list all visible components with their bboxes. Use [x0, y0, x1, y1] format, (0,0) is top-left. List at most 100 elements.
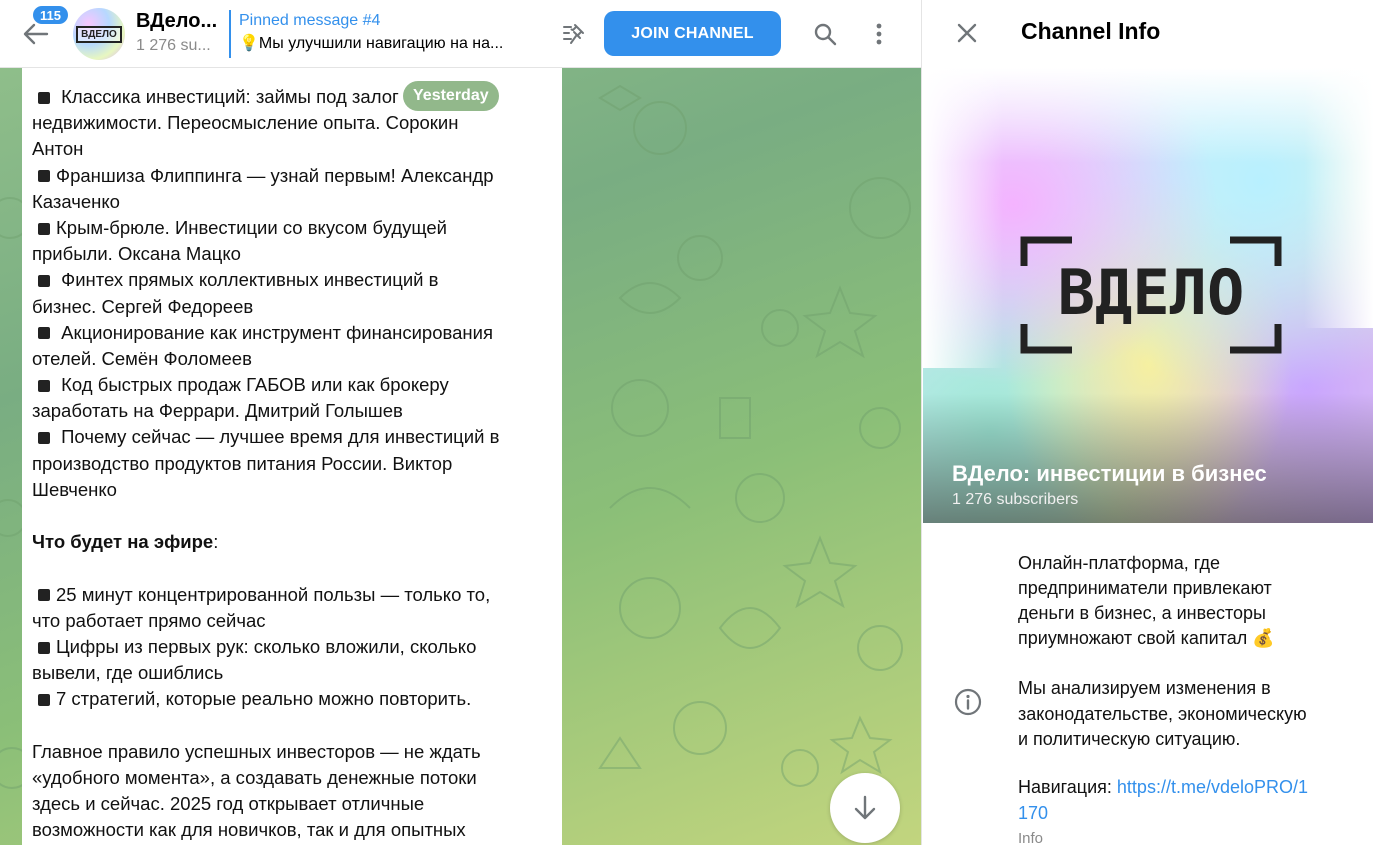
message-line-suffix: :	[213, 531, 219, 553]
message-line	[32, 555, 552, 581]
message-line-text: вывели, где ошиблись	[32, 662, 224, 684]
message-line: Казаченко	[32, 189, 552, 215]
message-line-text: Шевченко	[32, 478, 117, 500]
black-square-bullet-icon	[38, 170, 50, 183]
black-square-bullet-icon	[38, 274, 50, 287]
message-line: отелей. Семён Фоломеев	[32, 346, 552, 372]
channel-info-panel: Channel Info ВДЕЛО ВДело: инвестиции в б…	[921, 0, 1373, 845]
message-line-text: Классика инвестиций: займы под залог	[56, 86, 399, 107]
about-line: приумножают свой капитал 💰	[1018, 628, 1275, 648]
black-square-bullet-icon	[38, 589, 50, 602]
message-line: Шевченко	[32, 477, 552, 503]
channel-subscribers: 1 276 subscribers	[952, 491, 1079, 508]
message-line-text: заработать на Феррари. Дмитрий Голышев	[32, 400, 403, 422]
arrow-left-icon	[23, 23, 49, 45]
message-line: Крым-брюле. Инвестиции со вкусом будущей	[32, 215, 552, 241]
join-channel-button[interactable]: JOIN CHANNEL	[604, 11, 781, 56]
message-line: производство продуктов питания России. В…	[32, 451, 552, 477]
channel-about: Онлайн-платформа, где предприниматели при…	[1018, 551, 1358, 651]
channel-avatar-large[interactable]: ВДЕЛО	[923, 68, 1373, 523]
pinned-message-title: Pinned message #4	[239, 12, 381, 29]
channel-message: Классика инвестиций: займы под залог недв…	[22, 68, 562, 845]
message-line: прибыли. Оксана Мацко	[32, 241, 552, 267]
description-line: Мы анализируем изменения в	[1018, 678, 1271, 698]
message-line-text: Антон	[32, 138, 84, 160]
close-info-button[interactable]	[950, 16, 984, 50]
vdelo-logo: ВДЕЛО	[1020, 236, 1282, 354]
message-line-text: 7 стратегий, которые реально можно повто…	[56, 688, 472, 710]
message-line-text: что работает прямо сейчас	[32, 609, 266, 631]
chat-subscriber-count: 1 276 su...	[136, 37, 211, 54]
message-line-text: здесь и сейчас. 2025 год открывает отлич…	[32, 793, 425, 815]
panel-title: Channel Info	[1021, 18, 1161, 44]
message-line-text: 25 минут концентрированной пользы — толь…	[56, 583, 491, 605]
search-button[interactable]	[808, 17, 842, 51]
message-line-text: возможности как для новичков, так и для …	[32, 819, 466, 841]
date-separator: Yesterday	[403, 81, 499, 111]
close-icon	[957, 23, 977, 43]
unread-badge: 115	[31, 4, 70, 26]
message-line: здесь и сейчас. 2025 год открывает отлич…	[32, 791, 552, 817]
message-line-text: Крым-брюле. Инвестиции со вкусом будущей	[56, 216, 448, 238]
message-line: Главное правило успешных инвесторов — не…	[32, 739, 552, 765]
black-square-bullet-icon	[38, 222, 50, 235]
message-line-text: «удобного момента», а создавать денежные…	[32, 766, 477, 788]
about-line: деньги в бизнес, а инвесторы	[1018, 603, 1266, 623]
pinned-message-bar[interactable]: Pinned message #4 💡Мы улучшили навигацию…	[229, 10, 539, 58]
message-line-text: Акционирование как инструмент финансиров…	[56, 321, 493, 343]
message-line	[32, 713, 552, 739]
avatar[interactable]: ВДЕЛО	[73, 8, 125, 60]
pinned-message-text: 💡Мы улучшили навигацию на на...	[239, 35, 504, 52]
message-line: Что будет на эфире:	[32, 529, 552, 555]
navigation-link-part1: https://t.me/vdeloPRO/1	[1116, 777, 1309, 797]
message-line-text: Почему сейчас — лучшее время для инвести…	[56, 426, 500, 448]
search-icon	[814, 23, 837, 46]
avatar-logo: ВДЕЛО	[76, 25, 122, 43]
description-line: и политическую ситуацию.	[1018, 729, 1241, 749]
message-line-text: Франшиза Флиппинга — узнай первым! Алекс…	[56, 164, 494, 186]
message-line: вывели, где ошиблись	[32, 660, 552, 686]
black-square-bullet-icon	[38, 327, 50, 340]
channel-navigation: Навигация: https://t.me/vdeloPRO/1 170	[1018, 775, 1358, 826]
message-line: Франшиза Флиппинга — узнай первым! Алекс…	[32, 163, 552, 189]
black-square-bullet-icon	[38, 91, 50, 104]
more-vertical-icon	[876, 23, 882, 45]
message-line-text: производство продуктов питания России. В…	[32, 452, 453, 474]
hero-fade-left	[923, 68, 1003, 368]
message-line: «удобного момента», а создавать денежные…	[32, 765, 552, 791]
hero-logo-text: ВДЕЛО	[1058, 256, 1245, 329]
chat-pane: 115 ВДЕЛО ВДело... 1 276 su... Pinned me…	[0, 0, 921, 845]
channel-name: ВДело: инвестиции в бизнес	[952, 461, 1267, 486]
message-line	[32, 503, 552, 529]
message-line: 25 минут концентрированной пользы — толь…	[32, 582, 552, 608]
message-line: бизнес. Сергей Федореев	[32, 294, 552, 320]
more-options-button[interactable]	[862, 17, 896, 51]
about-line: Онлайн-платформа, где	[1018, 553, 1221, 573]
arrow-down-icon	[854, 795, 876, 820]
message-line: что работает прямо сейчас	[32, 608, 552, 634]
chat-header: 115 ВДЕЛО ВДело... 1 276 su... Pinned me…	[0, 0, 921, 68]
scroll-to-bottom-button[interactable]	[830, 773, 900, 843]
message-line-text: Финтех прямых коллективных инвестиций в	[56, 269, 439, 291]
info-icon	[954, 688, 982, 716]
pin-list-icon	[563, 24, 584, 44]
message-line: Код быстрых продаж ГАБОВ или как брокеру	[32, 372, 552, 398]
message-line: Антон	[32, 136, 552, 162]
message-line-text: бизнес. Сергей Федореев	[32, 295, 254, 317]
chat-title[interactable]: ВДело...	[136, 10, 217, 33]
pinned-list-button[interactable]	[558, 18, 590, 50]
message-line-text: Главное правило успешных инвесторов — не…	[32, 740, 481, 762]
message-line-text: Код быстрых продаж ГАБОВ или как брокеру	[56, 374, 449, 396]
message-text: Классика инвестиций: займы под залог недв…	[32, 84, 552, 843]
channel-description: Мы анализируем изменения в законодательст…	[1018, 676, 1358, 753]
black-square-bullet-icon	[38, 641, 50, 654]
black-square-bullet-icon	[38, 432, 50, 445]
message-line: 7 стратегий, которые реально можно повто…	[32, 686, 552, 712]
message-line-text: прибыли. Оксана Мацко	[32, 243, 241, 265]
navigation-link-part2: 170	[1018, 802, 1049, 823]
message-line-text: недвижимости. Переосмысление опыта. Соро…	[32, 112, 459, 134]
message-line: недвижимости. Переосмысление опыта. Соро…	[32, 110, 552, 136]
message-line: Акционирование как инструмент финансиров…	[32, 320, 552, 346]
message-line: заработать на Феррари. Дмитрий Голышев	[32, 398, 552, 424]
hero-fade-right	[1304, 68, 1373, 328]
